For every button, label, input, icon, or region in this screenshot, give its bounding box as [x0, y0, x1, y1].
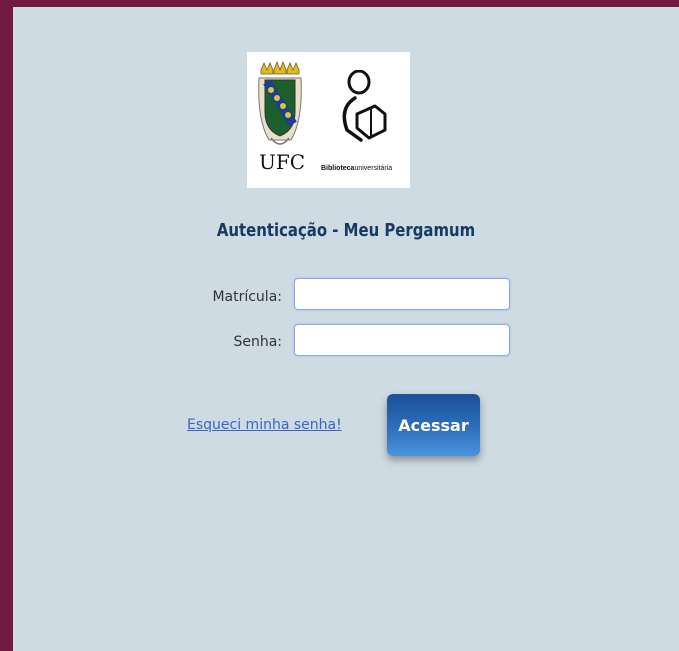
reader-icon — [342, 70, 387, 142]
ufc-crest-icon — [258, 60, 302, 145]
forgot-password-link[interactable]: Esqueci minha senha! — [187, 417, 342, 433]
matricula-label: Matrícula: — [212, 289, 282, 305]
matricula-input[interactable] — [294, 278, 510, 310]
library-logo-bold: Biblioteca — [321, 165, 355, 172]
login-panel: UFC Bibliotecauniversitária Autenticação… — [13, 7, 679, 651]
page-title: Autenticação - Meu Pergamum — [216, 220, 476, 241]
senha-label: Senha: — [233, 334, 282, 350]
logo-box: UFC Bibliotecauniversitária — [247, 52, 410, 188]
ufc-logo-text: UFC — [259, 150, 306, 174]
library-logo-rest: universitária — [354, 165, 393, 172]
library-logo-text: Bibliotecauniversitária — [321, 165, 392, 172]
login-button[interactable]: Acessar — [387, 394, 480, 456]
senha-input[interactable] — [294, 324, 510, 356]
